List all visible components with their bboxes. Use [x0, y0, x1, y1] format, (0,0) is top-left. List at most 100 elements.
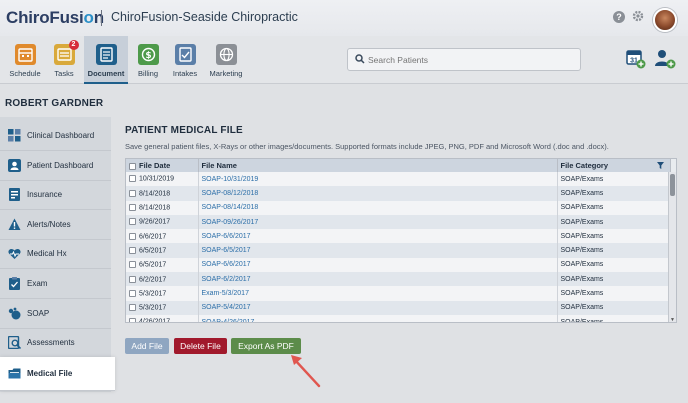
- sidebar-item-medical-file[interactable]: Medical File: [0, 357, 115, 391]
- medical-file-table: File Date File Name File Category 10/31/…: [125, 158, 677, 323]
- select-all-checkbox[interactable]: [129, 162, 136, 170]
- page-title: PATIENT MEDICAL FILE: [125, 125, 243, 136]
- nav-document[interactable]: Document: [84, 36, 128, 84]
- file-date-cell: 6/2/2017: [126, 272, 199, 287]
- logo-text-o: o: [83, 8, 94, 27]
- row-checkbox[interactable]: [129, 304, 136, 312]
- row-checkbox[interactable]: [129, 318, 136, 322]
- nav-intakes[interactable]: Intakes: [163, 36, 207, 84]
- file-date-cell: 10/31/2019: [126, 172, 199, 187]
- file-name-link[interactable]: SOAP-6/5/2017: [198, 243, 558, 258]
- file-name-link[interactable]: SOAP-5/4/2017: [198, 300, 558, 315]
- table-row[interactable]: 8/14/2018 SOAP-08/14/2018 SOAP/Exams: [126, 200, 671, 215]
- row-checkbox[interactable]: [129, 275, 136, 283]
- row-checkbox[interactable]: [129, 189, 136, 197]
- table-row[interactable]: 10/31/2019 SOAP-10/31/2019 SOAP/Exams: [126, 172, 671, 187]
- file-date-cell: 4/26/2017: [126, 314, 199, 322]
- delete-file-button[interactable]: Delete File: [174, 338, 227, 354]
- column-header-file-date[interactable]: File Date: [126, 159, 199, 172]
- svg-text:$: $: [145, 51, 151, 61]
- table-scrollbar[interactable]: ▼: [668, 172, 676, 322]
- row-checkbox[interactable]: [129, 204, 136, 212]
- search-input[interactable]: [368, 52, 573, 68]
- sidebar-item-medical-hx[interactable]: Medical Hx: [0, 240, 111, 269]
- file-name-link[interactable]: SOAP-6/6/2017: [198, 229, 558, 244]
- help-icon[interactable]: ?: [613, 11, 625, 23]
- scroll-thumb[interactable]: [670, 174, 675, 196]
- row-checkbox[interactable]: [129, 261, 136, 269]
- table-row[interactable]: 6/2/2017 SOAP-6/2/2017 SOAP/Exams: [126, 272, 671, 287]
- patient-dashboard-icon: [8, 159, 21, 172]
- row-checkbox[interactable]: [129, 218, 136, 226]
- file-date-cell: 6/6/2017: [126, 229, 199, 244]
- sidebar-item-alerts-notes[interactable]: Alerts/Notes: [0, 211, 111, 240]
- file-date: 8/14/2018: [139, 190, 171, 198]
- gear-icon[interactable]: [631, 9, 645, 23]
- row-checkbox[interactable]: [129, 175, 136, 183]
- file-date: 10/31/2019: [139, 175, 175, 183]
- file-name-link[interactable]: SOAP-6/6/2017: [198, 257, 558, 273]
- scroll-down-arrow-icon[interactable]: ▼: [670, 317, 675, 322]
- nav-document-label: Document: [87, 69, 125, 78]
- medical-hx-icon: [8, 249, 21, 259]
- header-divider: [101, 10, 102, 26]
- nav-tasks[interactable]: 2 Tasks: [42, 36, 86, 84]
- row-checkbox[interactable]: [129, 289, 136, 297]
- table-row[interactable]: 5/3/2017 SOAP-5/4/2017 SOAP/Exams: [126, 300, 671, 315]
- patient-search[interactable]: [347, 48, 581, 71]
- row-checkbox[interactable]: [129, 246, 136, 254]
- intakes-icon: [174, 44, 196, 65]
- add-patient-button[interactable]: [654, 49, 676, 69]
- column-header-file-category[interactable]: File Category: [557, 159, 671, 172]
- file-name-link[interactable]: SOAP-09/26/2017: [198, 214, 558, 230]
- marketing-icon: [215, 44, 237, 65]
- file-date: 6/5/2017: [139, 261, 167, 269]
- sidebar-item-assessments[interactable]: Assessments: [0, 329, 111, 358]
- sidebar-item-insurance[interactable]: Insurance: [0, 181, 111, 210]
- sidebar-item-label: SOAP: [27, 309, 50, 318]
- pointer-arrow-icon: [291, 355, 321, 388]
- table-row[interactable]: 6/5/2017 SOAP-6/6/2017 SOAP/Exams: [126, 257, 671, 273]
- exam-icon: [9, 277, 20, 290]
- add-file-button[interactable]: Add File: [125, 338, 169, 354]
- table-row[interactable]: 8/14/2018 SOAP-08/12/2018 SOAP/Exams: [126, 186, 671, 201]
- file-name-link[interactable]: SOAP-08/14/2018: [198, 200, 558, 215]
- file-name-link[interactable]: SOAP-6/2/2017: [198, 272, 558, 287]
- table-row[interactable]: 5/3/2017 Exam-5/3/2017 SOAP/Exams: [126, 286, 671, 301]
- sidebar-item-label: Exam: [27, 279, 48, 288]
- sidebar-item-label: Clinical Dashboard: [27, 131, 95, 140]
- nav-intakes-label: Intakes: [172, 69, 198, 78]
- sidebar-item-soap[interactable]: SOAP: [0, 300, 111, 329]
- file-name-link[interactable]: SOAP-10/31/2019: [198, 172, 558, 187]
- table-row[interactable]: 6/6/2017 SOAP-6/6/2017 SOAP/Exams: [126, 229, 671, 244]
- file-name-link[interactable]: SOAP-08/12/2018: [198, 186, 558, 201]
- nav-schedule[interactable]: Schedule: [3, 36, 47, 84]
- chirofusion-logo[interactable]: ChiroFusion: [6, 8, 104, 28]
- file-date-cell: 5/3/2017: [126, 300, 199, 315]
- file-category-cell: SOAP/Exams: [557, 172, 671, 187]
- row-checkbox[interactable]: [129, 232, 136, 240]
- column-header-file-name[interactable]: File Name: [198, 159, 558, 172]
- file-date: 6/6/2017: [139, 233, 167, 240]
- logo-text-a: ChiroFusi: [6, 8, 84, 27]
- add-appointment-button[interactable]: 31: [626, 49, 646, 69]
- sidebar-item-patient-dashboard[interactable]: Patient Dashboard: [0, 152, 111, 181]
- file-name-link[interactable]: Exam-5/3/2017: [198, 286, 558, 301]
- add-user-icon: [655, 50, 676, 69]
- table-row[interactable]: 6/5/2017 SOAP-6/5/2017 SOAP/Exams: [126, 243, 671, 258]
- table-row[interactable]: 9/26/2017 SOAP-09/26/2017 SOAP/Exams: [126, 214, 671, 230]
- file-name-link[interactable]: SOAP-4/26/2017: [198, 314, 558, 322]
- column-header-label: File Date: [139, 161, 171, 170]
- user-avatar[interactable]: [653, 8, 677, 32]
- file-date-cell: 8/14/2018: [126, 200, 199, 215]
- calendar-icon: [14, 44, 36, 65]
- clinical-dashboard-icon: [8, 129, 21, 142]
- filter-icon[interactable]: [656, 162, 664, 169]
- file-date-cell: 5/3/2017: [126, 286, 199, 301]
- sidebar-item-exam[interactable]: Exam: [0, 270, 111, 299]
- table-row[interactable]: 4/26/2017 SOAP-4/26/2017 SOAP/Exams: [126, 314, 671, 322]
- nav-marketing[interactable]: Marketing: [204, 36, 248, 84]
- sidebar-item-clinical-dashboard[interactable]: Clinical Dashboard: [0, 122, 111, 151]
- file-category-cell: SOAP/Exams: [557, 286, 671, 301]
- file-date-cell: 9/26/2017: [126, 214, 199, 230]
